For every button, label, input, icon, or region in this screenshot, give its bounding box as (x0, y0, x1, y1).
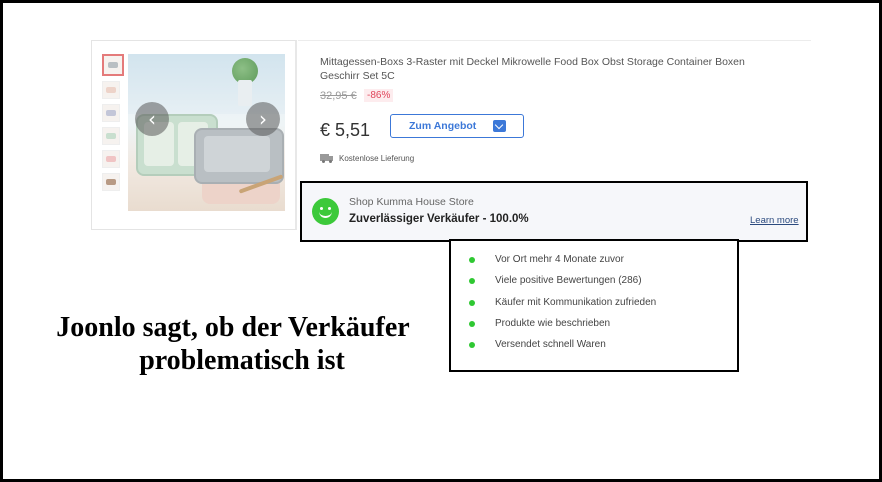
prev-image-button[interactable]: ‹ (135, 102, 169, 136)
offer-button[interactable]: Zum Angebot (390, 114, 524, 138)
bullet-icon (469, 300, 475, 306)
feature-text: Viele positive Bewertungen (286) (495, 275, 642, 286)
image-gallery: ‹ › (91, 40, 297, 230)
caption-line-2: problematisch ist (139, 345, 345, 376)
caption: Joonlo sagt, ob der Verkäufer problemati… (33, 311, 433, 377)
chevron-down-icon (493, 120, 506, 132)
seller-features-panel: Vor Ort mehr 4 Monate zuvor Viele positi… (449, 239, 739, 372)
bullet-icon (469, 278, 475, 284)
thumbnail-1[interactable] (102, 54, 124, 76)
truck-icon (320, 154, 333, 163)
thumbnail-strip (102, 54, 124, 196)
seller-panel: Shop Kumma House Store Zuverlässiger Ver… (300, 181, 808, 242)
delivery-label: Kostenlose Lieferung (339, 154, 415, 163)
thumbnail-5[interactable] (102, 150, 120, 168)
next-image-button[interactable]: › (246, 102, 280, 136)
thumbnail-3[interactable] (102, 104, 120, 122)
shop-name: Shop Kumma House Store (349, 196, 474, 208)
seller-rating: Zuverlässiger Verkäufer - 100.0% (349, 213, 529, 225)
discount-badge: -86% (364, 89, 394, 102)
feature-text: Vor Ort mehr 4 Monate zuvor (495, 254, 624, 265)
thumbnail-6[interactable] (102, 173, 120, 191)
bullet-icon (469, 321, 475, 327)
feature-text: Produkte wie beschrieben (495, 318, 611, 329)
smiley-icon (312, 198, 339, 225)
current-price: € 5,51 (320, 120, 371, 140)
screenshot-frame: ‹ › Mittagessen-Boxs 3-Raster mit Deckel… (0, 0, 882, 482)
learn-more-link[interactable]: Learn more (750, 215, 799, 226)
feature-text: Versendet schnell Waren (495, 339, 606, 350)
feature-text: Käufer mit Kommunikation zufrieden (495, 297, 657, 308)
bullet-icon (469, 257, 475, 263)
old-price: 32,95 € (320, 90, 357, 102)
product-title: Mittagessen-Boxs 3-Raster mit Deckel Mik… (320, 56, 745, 82)
thumbnail-4[interactable] (102, 127, 120, 145)
thumbnail-2[interactable] (102, 81, 120, 99)
offer-button-label: Zum Angebot (409, 120, 477, 132)
bullet-icon (469, 342, 475, 348)
caption-line-1: Joonlo sagt, ob der Verkäufer (56, 312, 410, 343)
